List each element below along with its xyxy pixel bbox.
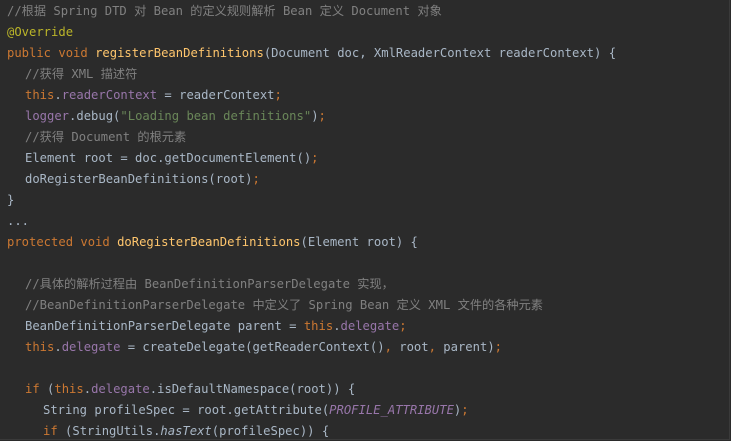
code-token-italic: hasText [160,424,212,438]
code-line: doRegisterBeanDefinitions(root); [0,169,729,190]
code-token-plain: String profileSpec = root.getAttribute( [43,403,330,417]
code-token-keyword: ; [252,172,260,186]
code-token-keyword: if [25,382,48,396]
code-line: BeanDefinitionParserDelegate parent = th… [0,316,729,337]
code-line: } [0,190,729,211]
code-token-method: registerBeanDefinitions [95,46,264,60]
code-token-comment: //获得 XML 描述符 [25,67,138,81]
code-token-comment: //获得 Document 的根元素 [25,130,187,144]
code-token-const: PROFILE_ATTRIBUTE [329,403,454,417]
code-line: if (StringUtils.hasText(profileSpec)) { [0,421,729,439]
code-token-plain: ... [7,214,30,228]
code-token-plain: . [333,319,341,333]
code-token-plain: . [54,340,62,354]
code-line: //具体的解析过程由 BeanDefinitionParserDelegate … [0,274,729,295]
code-line: this.delegate = createDelegate(getReader… [0,337,729,358]
code-token-comment: //BeanDefinitionParserDelegate 中定义了 Spri… [25,298,543,312]
code-token-keyword: if [43,424,66,438]
code-token-plain: ) [311,109,319,123]
code-token-plain: } [7,193,15,207]
code-editor[interactable]: //根据 Spring DTD 对 Bean 的定义规则解析 Bean 定义 D… [0,0,730,440]
code-token-plain: (profileSpec)) { [211,424,330,438]
code-token-plain: doRegisterBeanDefinitions(root) [25,172,253,186]
code-token-field: readerContext [61,88,158,102]
code-token-method: doRegisterBeanDefinitions [117,235,301,249]
code-line: if (this.delegate.isDefaultNamespace(roo… [0,379,729,400]
code-token-field: delegate [61,340,121,354]
code-token-keyword: , [428,340,444,354]
code-token-plain: (Element root) { [300,235,418,249]
code-token-plain: BeanDefinitionParserDelegate parent = [25,319,304,333]
code-token-plain: = readerContext [157,88,275,102]
code-token-keyword: ; [399,319,407,333]
code-token-keyword: ; [461,403,469,417]
code-token-plain: . [83,382,92,396]
code-token-plain: (Document doc, XmlReaderContext readerCo… [263,46,617,60]
code-token-comment: //具体的解析过程由 BeanDefinitionParserDelegate … [25,277,394,291]
code-line: //获得 Document 的根元素 [0,127,729,148]
code-token-keyword: , [384,340,400,354]
code-token-keyword: ; [494,340,503,354]
code-line: @Override [0,22,729,43]
code-line: //BeanDefinitionParserDelegate 中定义了 Spri… [0,295,729,316]
code-token-plain: . [54,88,62,102]
code-token-plain: .debug( [69,109,121,123]
code-token-keyword: this [303,319,334,333]
code-token-field: delegate [91,382,150,396]
code-token-plain: root [399,340,429,354]
code-token-annotation: @Override [7,25,74,39]
code-token-keyword: this [25,88,55,102]
code-token-plain: (StringUtils. [65,424,161,438]
code-token-field: logger [25,109,70,123]
code-line: Element root = doc.getDocumentElement(); [0,148,729,169]
code-token-plain: Element root = doc.getDocumentElement() [25,151,312,165]
code-token-keyword: public void [7,46,96,60]
code-token-plain: .isDefaultNamespace(root)) { [149,382,356,396]
code-token-keyword: this [54,382,84,396]
code-line: this.readerContext = readerContext; [0,85,729,106]
code-token-keyword: ; [274,88,282,102]
code-line: String profileSpec = root.getAttribute(P… [0,400,729,421]
code-token-field: delegate [340,319,400,333]
code-token-keyword: this [25,340,55,354]
code-line: logger.debug("Loading bean definitions")… [0,106,729,127]
code-line: protected void doRegisterBeanDefinitions… [0,232,729,253]
code-token-plain: = createDelegate(getReaderContext() [120,340,385,354]
code-line: ... [0,211,729,232]
code-line: //获得 XML 描述符 [0,64,729,85]
code-token-keyword: ; [318,109,326,123]
code-token-keyword: protected void [7,235,118,249]
code-token-plain: parent) [443,340,495,354]
code-line: public void registerBeanDefinitions(Docu… [0,43,729,64]
code-token-keyword: ; [311,151,319,165]
code-line: //根据 Spring DTD 对 Bean 的定义规则解析 Bean 定义 D… [0,1,729,22]
code-token-string: "Loading bean definitions" [120,109,312,123]
code-token-comment: //根据 Spring DTD 对 Bean 的定义规则解析 Bean 定义 D… [7,4,442,18]
